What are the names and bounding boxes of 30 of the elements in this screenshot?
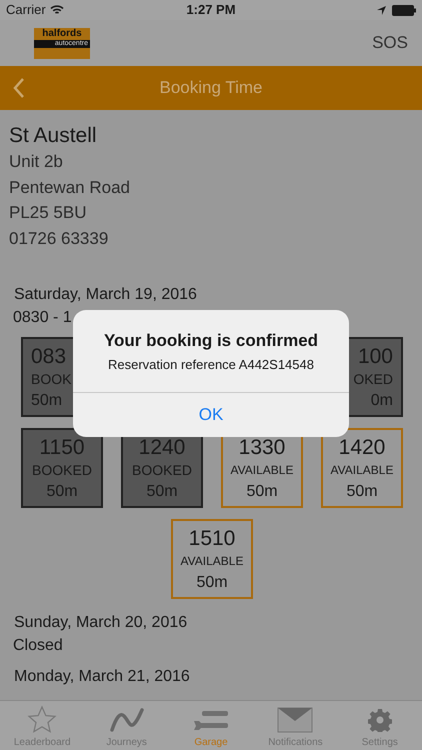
star-icon — [27, 705, 58, 735]
envelope-icon — [277, 707, 314, 733]
opening-hours: 0830 - 1 — [12, 308, 73, 328]
battery-icon — [392, 4, 416, 16]
screen-title: Booking Time — [160, 77, 262, 100]
time-slot[interactable]: 1150 BOOKED 50m — [21, 428, 103, 508]
carrier-label: Carrier — [6, 1, 46, 20]
address-line: Pentewan Road — [9, 176, 131, 198]
tab-bar-item[interactable]: Garage — [168, 701, 254, 750]
logo-text: halfords — [42, 28, 82, 38]
wifi-icon — [50, 5, 64, 15]
clock: 1:27 PM — [186, 1, 236, 20]
address-line: Unit 2b — [9, 151, 64, 173]
back-chevron-icon[interactable] — [13, 78, 25, 98]
opening-hours: Closed — [12, 636, 64, 656]
sos-button[interactable]: SOS — [372, 30, 408, 56]
date-heading: Monday, March 21, 2016 — [13, 667, 191, 687]
gear-icon — [368, 708, 392, 732]
garage-name: St Austell — [9, 123, 98, 149]
wave-icon — [110, 708, 144, 732]
location-arrow-icon — [377, 6, 386, 14]
date-heading: Sunday, March 20, 2016 — [13, 613, 188, 633]
address-line: PL25 5BU — [9, 202, 88, 224]
time-slot[interactable]: 1510 AVAILABLE 50m — [171, 519, 253, 599]
ok-button[interactable]: OK — [73, 392, 349, 437]
alert-message: Reservation reference A442S14548 — [108, 357, 314, 373]
alert-title: Your booking is confirmed — [104, 330, 318, 352]
date-heading: Saturday, March 19, 2016 — [13, 285, 198, 305]
address-line: 01726 63339 — [9, 228, 110, 250]
time-slot[interactable]: 1420 AVAILABLE 50m — [321, 428, 403, 508]
